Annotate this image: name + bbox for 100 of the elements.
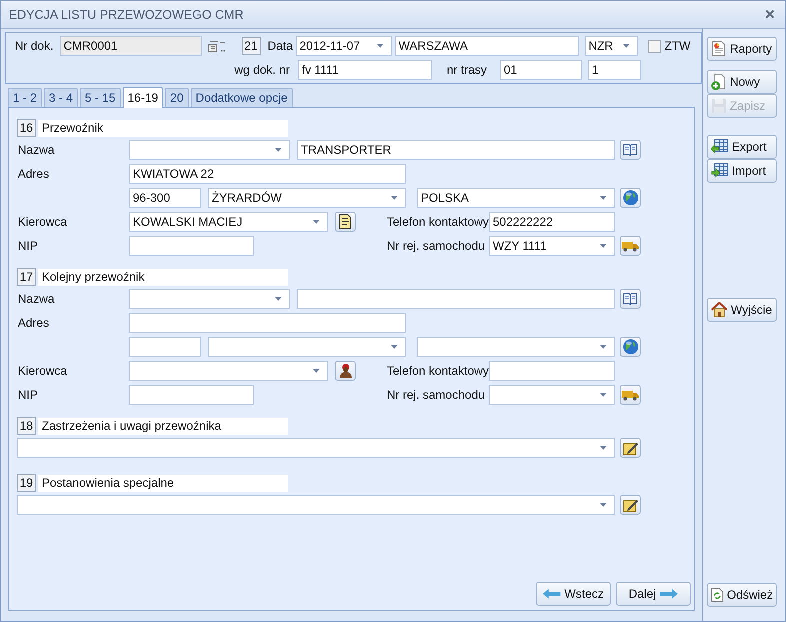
ztw-checkbox[interactable]: ZTW xyxy=(648,39,691,53)
book-icon xyxy=(623,144,638,156)
globe-button[interactable] xyxy=(620,188,641,208)
caret-icon xyxy=(600,345,607,349)
field-number: 19 xyxy=(17,474,36,492)
next-button[interactable]: Dalej xyxy=(616,582,691,606)
route-number-field[interactable]: 1 xyxy=(588,60,641,80)
caret-icon xyxy=(600,393,607,397)
caret-icon xyxy=(600,244,607,248)
field-label: Telefon kontaktowy xyxy=(387,364,489,378)
field-label: Nr rej. samochodu xyxy=(387,388,486,402)
nip-field[interactable] xyxy=(129,385,254,405)
carrier-code-dropdown[interactable] xyxy=(129,140,290,160)
sidebar-button[interactable]: Odśwież xyxy=(707,583,778,607)
tab[interactable]: 5 - 15 xyxy=(80,88,121,107)
phone-field[interactable] xyxy=(489,361,615,381)
section-title: Kolejny przewoźnik xyxy=(38,268,288,286)
field-number: 18 xyxy=(17,417,36,435)
caret-icon xyxy=(313,369,320,373)
report-icon xyxy=(711,41,728,57)
person-icon xyxy=(338,363,352,379)
street-field[interactable]: KWIATOWA 22 xyxy=(129,164,406,184)
left-arrow-icon xyxy=(543,589,561,599)
section-title: Przewoźnik xyxy=(38,120,288,136)
globe-button[interactable] xyxy=(620,337,641,357)
close-button[interactable]: × xyxy=(763,4,777,24)
book-button[interactable] xyxy=(620,289,641,309)
sidebar-button[interactable]: Import xyxy=(707,159,778,183)
caret-icon xyxy=(275,148,282,152)
sidebar-button[interactable]: Nowy xyxy=(707,70,778,94)
city-dropdown[interactable]: ŻYRARDÓW xyxy=(208,188,406,208)
country-dropdown[interactable] xyxy=(417,337,615,357)
tab[interactable]: 20 xyxy=(165,88,189,107)
tab[interactable]: Dodatkowe opcje xyxy=(190,88,293,107)
field-label: wg dok. nr xyxy=(234,63,290,77)
nip-field[interactable] xyxy=(129,236,254,256)
window-title: EDYCJA LISTU PRZEWOZOWEGO CMR xyxy=(9,8,244,22)
carrier-code-dropdown[interactable] xyxy=(129,289,290,309)
pencil-icon xyxy=(622,440,638,456)
field-label: nr trasy xyxy=(447,63,488,77)
person-button[interactable] xyxy=(335,361,356,381)
caret-icon xyxy=(622,44,630,48)
field-label: Adres xyxy=(17,316,50,330)
table-arrow-icon xyxy=(711,139,730,155)
tab[interactable]: 1 - 2 xyxy=(8,88,42,107)
field-label: Kierowca xyxy=(17,364,68,378)
caret-icon xyxy=(600,503,607,507)
phone-field[interactable]: 502222222 xyxy=(489,212,615,232)
reference-field[interactable]: fv 1111 xyxy=(298,60,432,80)
street-field[interactable] xyxy=(129,313,406,333)
caret-icon xyxy=(376,44,384,48)
field-label: Adres xyxy=(17,167,50,181)
plate-dropdown[interactable] xyxy=(489,385,615,405)
field-label: Data xyxy=(268,39,294,53)
caret-icon xyxy=(391,345,398,349)
globe-icon xyxy=(622,190,638,206)
note-dropdown[interactable] xyxy=(17,495,615,515)
type-dropdown[interactable]: NZR xyxy=(584,36,638,56)
postal-code-field[interactable]: 96-300 xyxy=(129,188,201,208)
field-label: Telefon kontaktowy xyxy=(387,215,489,229)
truck-icon xyxy=(622,390,639,400)
note-dropdown[interactable] xyxy=(17,438,615,458)
carrier-name-field[interactable]: TRANSPORTER xyxy=(297,140,615,160)
book-icon xyxy=(623,293,638,305)
table-arrow-icon xyxy=(711,163,730,179)
field-number: 21 xyxy=(242,37,261,55)
card-button[interactable] xyxy=(335,212,356,232)
tab[interactable]: 3 - 4 xyxy=(44,88,78,107)
edit-button[interactable] xyxy=(620,438,641,458)
truck-button[interactable] xyxy=(620,385,641,405)
sidebar-button[interactable]: Wyjście xyxy=(707,298,778,322)
edit-button[interactable] xyxy=(620,495,641,515)
field-number: 16 xyxy=(17,119,36,137)
back-button[interactable]: Wstecz xyxy=(536,582,611,606)
sidebar-button[interactable]: Raporty xyxy=(707,37,778,61)
truck-icon xyxy=(622,240,639,252)
field-label: Nr rej. samochodu xyxy=(387,239,486,253)
driver-dropdown[interactable] xyxy=(129,361,328,381)
country-dropdown[interactable]: POLSKA xyxy=(417,188,615,208)
book-button[interactable] xyxy=(620,140,641,160)
sidebar-button[interactable]: Export xyxy=(707,135,778,159)
truck-button[interactable] xyxy=(620,236,641,256)
plate-dropdown[interactable]: WZY 1111 xyxy=(489,236,615,256)
section-title: Zastrzeżenia i uwagi przewoźnika xyxy=(38,418,288,434)
right-arrow-icon xyxy=(660,589,678,599)
postal-code-field[interactable] xyxy=(129,337,201,357)
caret-icon xyxy=(391,196,398,200)
route-field[interactable]: 01 xyxy=(500,60,582,80)
place-field[interactable]: WARSZAWA xyxy=(394,36,579,56)
new-document-icon xyxy=(711,74,728,90)
house-icon xyxy=(711,302,728,318)
caret-icon xyxy=(313,220,320,224)
field-label: Nr dok. xyxy=(15,39,54,53)
tab[interactable]: 16-19 xyxy=(122,87,164,108)
carrier-name-field[interactable] xyxy=(297,289,615,309)
date-picker[interactable]: 2012-11-07 xyxy=(296,36,392,56)
section-title: Postanowienia specjalne xyxy=(38,474,288,492)
document-icon xyxy=(338,214,353,230)
driver-dropdown[interactable]: KOWALSKI MACIEJ xyxy=(129,212,328,232)
field-label: Nazwa xyxy=(17,143,56,157)
